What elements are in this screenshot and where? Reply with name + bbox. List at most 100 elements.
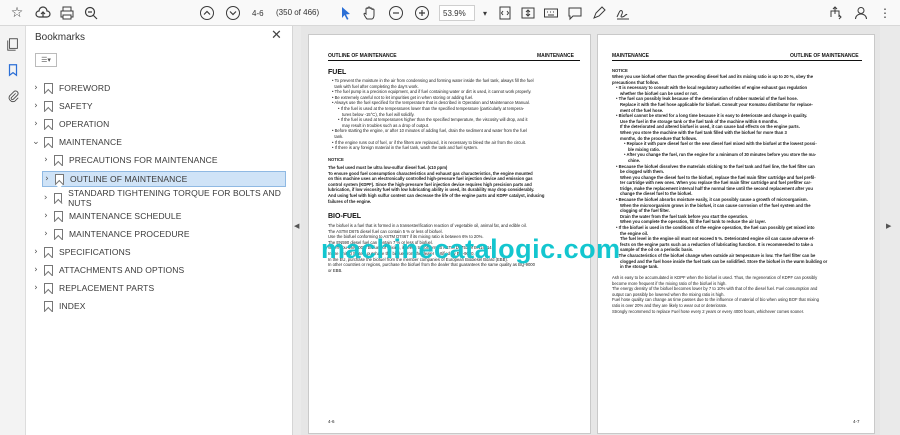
select-cursor-icon[interactable]	[337, 4, 355, 22]
zoom-out-minus-icon[interactable]	[387, 4, 405, 22]
notice-label: NOTICE	[612, 68, 628, 73]
bookmark-label: FOREWORD	[59, 83, 111, 93]
bookmark-label: ATTACHMENTS AND OPTIONS	[59, 265, 185, 275]
fuel-text: • To prevent the moisture in the air fro…	[332, 78, 534, 151]
bookmark-label: INDEX	[59, 301, 86, 311]
fit-page-icon[interactable]	[496, 4, 514, 22]
page-footer: 4-6	[328, 419, 335, 424]
chevron-right-icon[interactable]: ›	[32, 265, 40, 275]
bio-fuel-heading: BIO-FUEL	[328, 213, 362, 220]
bookmark-item[interactable]: › FOREWORD	[32, 80, 282, 96]
document-viewer[interactable]: OUTLINE OF MAINTENANCE MAINTENANCE FUEL …	[301, 26, 880, 435]
chevron-right-icon[interactable]: ›	[32, 119, 40, 129]
bookmark-item[interactable]: › STANDARD TIGHTENING TORQUE FOR BOLTS AN…	[42, 188, 292, 208]
page-header-left: OUTLINE OF MAINTENANCE	[328, 53, 397, 59]
bookmark-item[interactable]: › MAINTENANCE SCHEDULE	[42, 208, 286, 224]
scroll-mode-icon[interactable]	[519, 4, 537, 22]
bookmark-options-button[interactable]: ☰▾	[35, 53, 57, 67]
keyboard-icon[interactable]	[542, 4, 560, 22]
bookmark-item[interactable]: › MAINTENANCE PROCEDURE	[42, 226, 286, 242]
next-page-icon[interactable]	[224, 4, 242, 22]
bookmark-icon	[44, 300, 53, 312]
bookmark-label: OPERATION	[59, 119, 110, 129]
previous-page-icon[interactable]	[198, 4, 216, 22]
watermark: machinecatalogic.com	[321, 234, 621, 264]
bookmark-label: REPLACEMENT PARTS	[59, 283, 155, 293]
sign-icon[interactable]	[614, 4, 632, 22]
chevron-right-icon[interactable]: ›	[32, 101, 40, 111]
zoom-level-select[interactable]: 53.9%	[439, 5, 475, 21]
bookmark-label: SPECIFICATIONS	[59, 247, 131, 257]
bookmark-icon	[53, 192, 63, 204]
print-icon[interactable]	[58, 4, 76, 22]
bookmark-icon	[54, 228, 63, 240]
chevron-right-icon[interactable]: ›	[43, 174, 51, 184]
bookmark-icon	[44, 264, 53, 276]
collapse-left-arrow-icon[interactable]: ◀	[294, 222, 299, 230]
attachments-paperclip-icon[interactable]	[5, 88, 21, 104]
bookmark-label: SAFETY	[59, 101, 93, 111]
notice-text: The fuel used must be ultra low-sulfur d…	[328, 165, 545, 204]
comment-icon[interactable]	[566, 4, 584, 22]
chevron-right-icon[interactable]: ›	[32, 83, 40, 93]
notice-label: NOTICE	[328, 157, 344, 162]
bookmarks-panel: Bookmarks ✕ ☰▾ › FOREWORD › SAFETY › OPERAT…	[26, 26, 293, 435]
page-count: (350 of 466)	[276, 8, 320, 17]
chevron-right-icon[interactable]: ›	[32, 247, 40, 257]
biofuel-notes-text: Ash is easy to be accumulated in KDPF wh…	[612, 275, 819, 314]
bookmark-icon	[55, 173, 64, 185]
bookmark-label: STANDARD TIGHTENING TORQUE FOR BOLTS AND…	[68, 188, 281, 208]
bookmark-icon	[44, 118, 53, 130]
chevron-right-icon[interactable]: ›	[42, 193, 50, 203]
toolbar: ☆ 4-6 (350 of 466) 53.9% ▾ ⋮	[0, 0, 900, 26]
page-header-right: MAINTENANCE	[537, 53, 574, 59]
header-rule	[612, 60, 862, 61]
expand-right-arrow-icon[interactable]: ▶	[886, 222, 891, 230]
bookmark-icon	[44, 100, 53, 112]
panel-splitter[interactable]: ◀	[293, 26, 301, 435]
header-rule	[328, 60, 580, 61]
bookmark-item[interactable]: › REPLACEMENT PARTS	[32, 280, 282, 296]
page-footer: 4-7	[853, 419, 860, 424]
bookmark-item[interactable]: INDEX	[32, 298, 282, 314]
hand-tool-icon[interactable]	[361, 4, 379, 22]
bookmark-item[interactable]: › SPECIFICATIONS	[32, 244, 282, 260]
bookmark-item[interactable]: › ATTACHMENTS AND OPTIONS	[32, 262, 282, 278]
chevron-right-icon[interactable]: ›	[42, 229, 50, 239]
chevron-right-icon[interactable]: ›	[42, 155, 50, 165]
page-header-left: MAINTENANCE	[612, 53, 649, 59]
highlight-pen-icon[interactable]	[590, 4, 608, 22]
page-number-input[interactable]: 4-6	[252, 5, 278, 21]
bookmark-icon	[54, 154, 63, 166]
chevron-right-icon[interactable]: ›	[42, 211, 50, 221]
share-icon[interactable]	[826, 4, 844, 22]
bookmark-item[interactable]: › PRECAUTIONS FOR MAINTENANCE	[42, 152, 286, 168]
left-rail	[0, 26, 26, 435]
bookmark-item-selected[interactable]: › OUTLINE OF MAINTENANCE	[42, 171, 286, 187]
bookmark-item[interactable]: ⌄ MAINTENANCE	[32, 134, 282, 150]
chevron-right-icon[interactable]: ›	[32, 283, 40, 293]
page-thumbnails-icon[interactable]	[5, 36, 21, 52]
close-icon[interactable]: ✕	[271, 28, 282, 43]
bookmark-item[interactable]: › SAFETY	[32, 98, 282, 114]
bookmark-icon	[44, 82, 53, 94]
pdf-page-right: MAINTENANCE OUTLINE OF MAINTENANCE NOTIC…	[597, 34, 875, 434]
bookmark-icon	[44, 246, 53, 258]
bookmark-label: OUTLINE OF MAINTENANCE	[70, 174, 188, 184]
bookmark-label: MAINTENANCE PROCEDURE	[69, 229, 190, 239]
bookmark-icon	[44, 136, 53, 148]
bookmarks-panel-icon[interactable]	[5, 62, 21, 78]
zoom-in-plus-icon[interactable]	[413, 4, 431, 22]
chevron-down-icon[interactable]: ▾	[476, 4, 494, 22]
user-icon[interactable]	[852, 4, 870, 22]
zoom-out-icon[interactable]	[82, 4, 100, 22]
more-options-icon[interactable]: ⋮	[876, 4, 894, 22]
chevron-down-icon[interactable]: ⌄	[32, 137, 40, 147]
right-panel-splitter[interactable]: ▶	[880, 26, 900, 435]
upload-cloud-icon[interactable]	[34, 4, 52, 22]
bookmarks-title: Bookmarks	[35, 32, 86, 43]
biofuel-precautions-text: When you use biofuel other than the prec…	[612, 74, 828, 270]
bookmark-item[interactable]: › OPERATION	[32, 116, 282, 132]
bookmark-star-icon[interactable]: ☆	[8, 4, 26, 22]
bookmark-icon	[54, 210, 63, 222]
